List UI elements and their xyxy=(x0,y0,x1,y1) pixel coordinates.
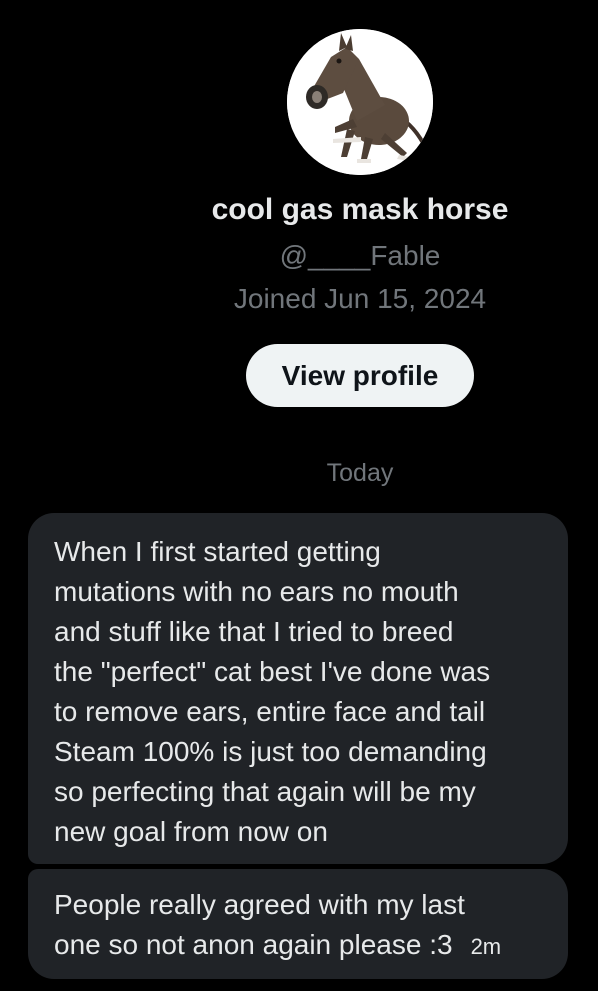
message-text-line: one so not anon again please :3 xyxy=(54,929,453,960)
profile-avatar[interactable] xyxy=(287,29,433,175)
message-text-line: the "perfect" cat best I've done was xyxy=(54,656,491,687)
message-text-line: When I first started getting xyxy=(54,536,381,567)
message-text-line: new goal from now on xyxy=(54,816,328,847)
message-bubble[interactable]: When I first started getting mutations w… xyxy=(28,513,568,864)
profile-display-name: cool gas mask horse xyxy=(211,193,509,226)
message-text-line: so perfecting that again will be my xyxy=(54,776,476,807)
view-profile-button[interactable]: View profile xyxy=(246,344,474,407)
message-text-line: mutations with no ears no mouth xyxy=(54,576,459,607)
message-text-line: Steam 100% is just too demanding xyxy=(54,736,487,767)
message-text-line: and stuff like that I tried to breed xyxy=(54,616,454,647)
message-text-line: People really agreed with my last xyxy=(54,889,465,920)
message-bubble[interactable]: People really agreed with my last one so… xyxy=(28,869,568,979)
date-divider: Today xyxy=(326,459,394,487)
profile-joined-date: Joined Jun 15, 2024 xyxy=(233,283,487,314)
profile-handle: @____Fable xyxy=(279,240,441,271)
message-timestamp: 2m xyxy=(470,934,502,959)
message-text-line: to remove ears, entire face and tail xyxy=(54,696,486,727)
horse-avatar-icon xyxy=(287,29,433,175)
